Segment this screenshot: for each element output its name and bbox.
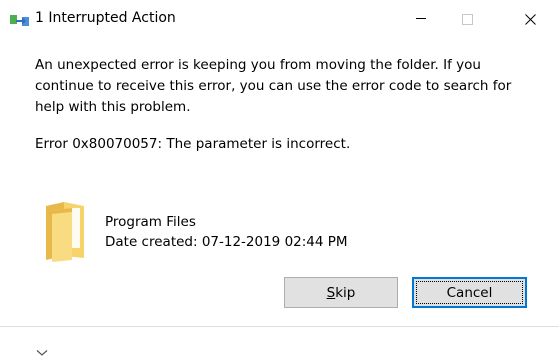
dialog-footer xyxy=(0,326,559,356)
window-title: 1 Interrupted Action xyxy=(35,10,176,26)
error-code-text: Error 0x80070057: The parameter is incor… xyxy=(35,136,351,152)
folder-icon xyxy=(42,200,88,262)
close-button[interactable] xyxy=(506,0,554,38)
skip-button[interactable]: Skip xyxy=(284,277,398,308)
maximize-icon xyxy=(461,13,473,25)
chevron-down-icon[interactable] xyxy=(36,341,48,356)
cancel-button[interactable]: Cancel xyxy=(412,277,527,308)
title-bar: 1 Interrupted Action xyxy=(0,0,559,38)
skip-button-label: Skip xyxy=(326,284,356,301)
item-name: Program Files xyxy=(105,214,196,230)
error-message: An unexpected error is keeping you from … xyxy=(35,57,512,115)
focus-ring xyxy=(416,281,523,304)
close-icon xyxy=(524,13,536,25)
minimize-icon xyxy=(416,18,426,20)
move-folder-arrow-icon xyxy=(10,12,30,28)
maximize-button[interactable] xyxy=(444,0,490,38)
item-date-created: Date created: 07-12-2019 02:44 PM xyxy=(105,234,348,250)
minimize-button[interactable] xyxy=(398,0,444,38)
